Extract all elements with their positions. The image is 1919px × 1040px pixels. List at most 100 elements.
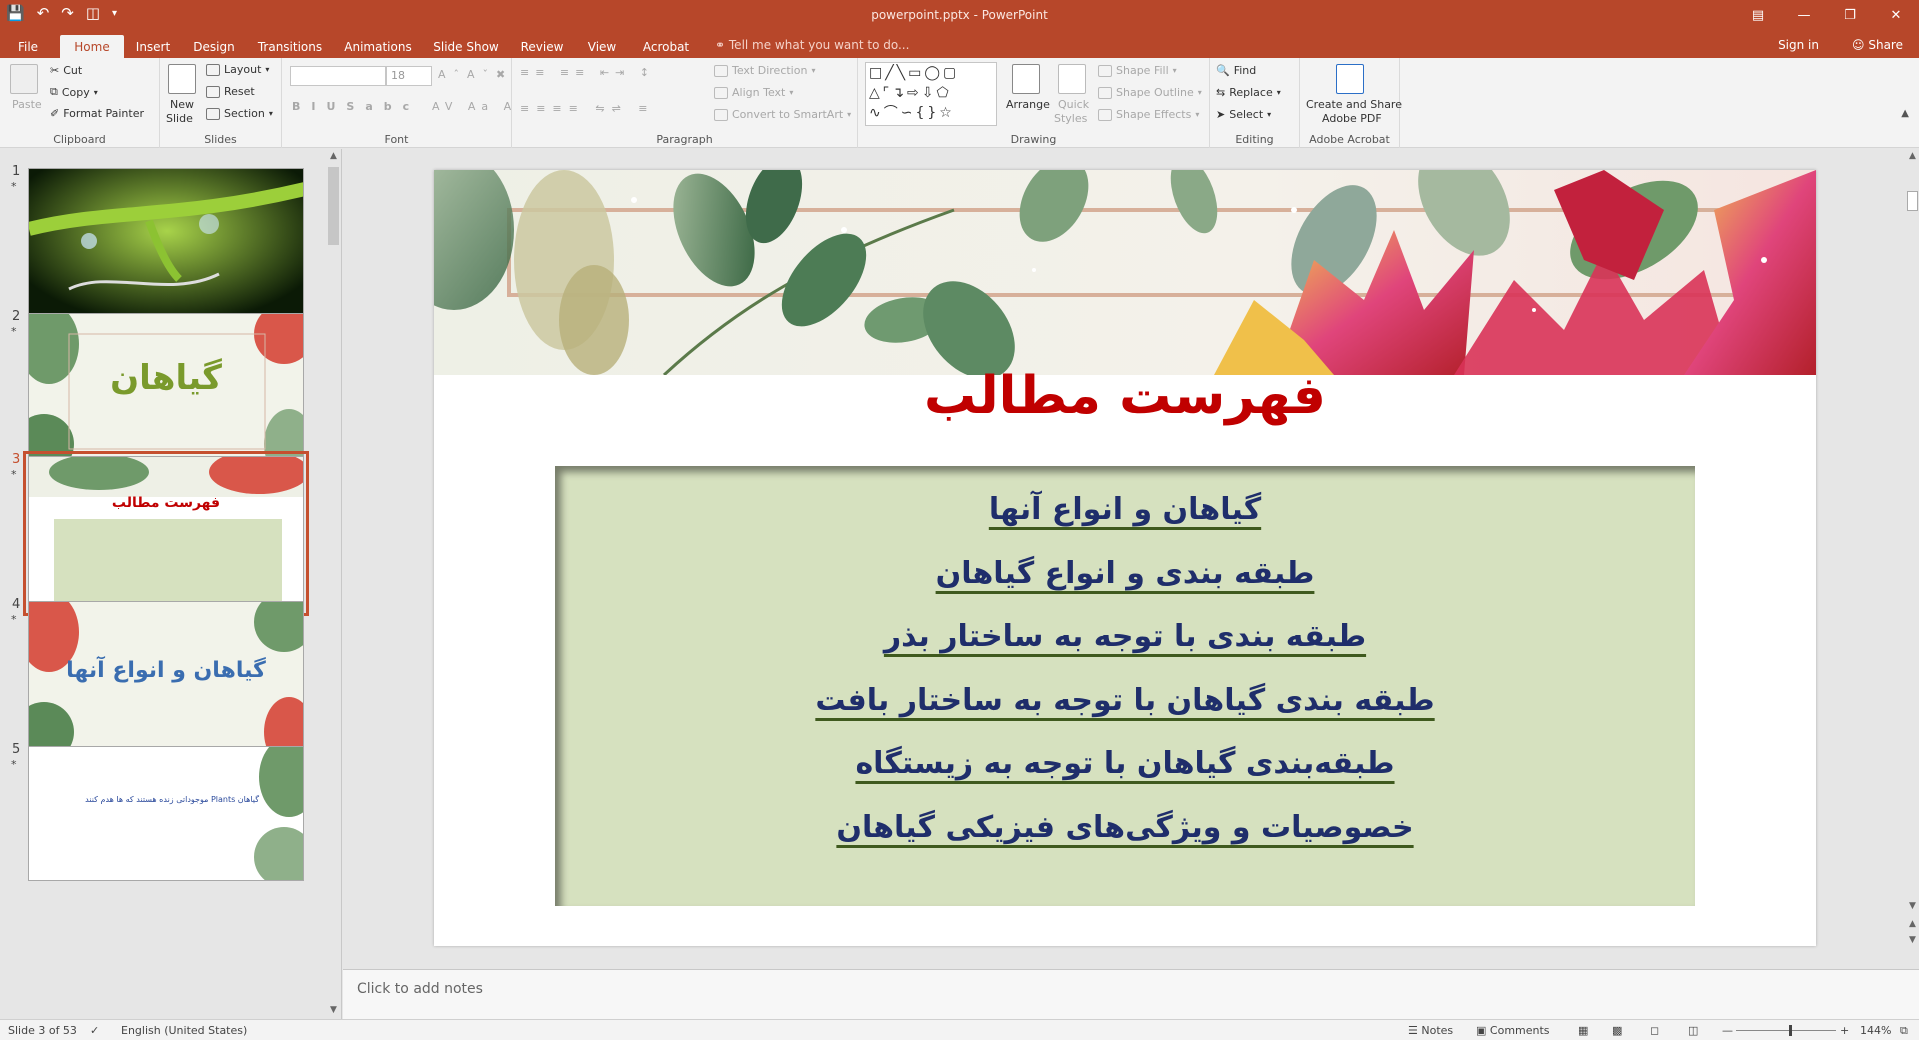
shape-fill-button[interactable]: Shape Fill ▾ (1098, 64, 1177, 77)
tab-view[interactable]: View (580, 35, 624, 58)
arrange-button[interactable]: Arrange (1006, 98, 1050, 111)
toc-item: طبقه بندی و انواع گیاهان (935, 555, 1315, 591)
reading-view-icon[interactable]: ◻ (1650, 1024, 1659, 1037)
spellcheck-icon[interactable]: ✓ (90, 1024, 99, 1037)
slide-counter[interactable]: Slide 3 of 53 (8, 1024, 77, 1037)
edit-scroll-down-icon[interactable]: ▼ (1905, 901, 1919, 911)
tab-animations[interactable]: Animations (340, 35, 416, 58)
group-clipboard: Paste ✂ Cut ⧉ Copy ▾ ✐ Format Painter Clipbo… (0, 58, 160, 148)
alignment-buttons[interactable]: ≡≡≡≡ ⇋⇌ ≡ (520, 102, 655, 115)
group-paragraph: ≡≡ ≡≡ ⇤⇥ ↕ ≡≡≡≡ ⇋⇌ ≡ Text Direction ▾ Ali… (512, 58, 858, 148)
section-button[interactable]: Section ▾ (206, 107, 273, 120)
comments-toggle[interactable]: ▣ Comments (1476, 1024, 1550, 1037)
tab-acrobat[interactable]: Acrobat (636, 35, 696, 58)
text-direction-button[interactable]: Text Direction ▾ (714, 64, 815, 77)
text-direction-label: Text Direction (732, 64, 808, 77)
reset-button[interactable]: Reset (206, 85, 255, 98)
zoom-in-icon[interactable]: + (1840, 1024, 1849, 1037)
align-text-button[interactable]: Align Text ▾ (714, 86, 793, 99)
tell-me-text: Tell me what you want to do... (728, 38, 910, 52)
quick-styles-icon[interactable] (1058, 64, 1086, 94)
scrollbar-thumb[interactable] (328, 167, 339, 245)
slide-title[interactable]: فهرست مطالب (434, 366, 1816, 426)
new-slide-button-line2[interactable]: Slide (166, 112, 193, 125)
scroll-down-icon[interactable]: ▼ (326, 1005, 341, 1015)
new-slide-button-line1[interactable]: New (170, 98, 194, 111)
close-button[interactable]: ✕ (1873, 0, 1919, 30)
replace-button[interactable]: ⇆ Replace ▾ (1216, 86, 1281, 99)
language-indicator[interactable]: English (United States) (121, 1024, 247, 1037)
zoom-slider[interactable] (1736, 1030, 1836, 1031)
slide-thumbnail-4[interactable]: گیاهان و انواع آنها (28, 601, 304, 756)
create-pdf-line1[interactable]: Create and Share (1306, 98, 1402, 111)
edit-scrollbar-thumb[interactable] (1907, 191, 1918, 211)
quick-styles-line2[interactable]: Styles (1054, 112, 1087, 125)
font-style-buttons[interactable]: BIUSabc (292, 100, 420, 113)
quick-styles-line1[interactable]: Quick (1058, 98, 1089, 111)
current-slide[interactable]: فهرست مطالب گیاهان و انواع آنها طبقه بند… (434, 170, 1816, 946)
tell-me-box[interactable]: ⚭ Tell me what you want to do... (715, 38, 909, 52)
create-pdf-line2[interactable]: Adobe PDF (1322, 112, 1382, 125)
tab-home[interactable]: Home (60, 35, 124, 58)
new-slide-icon[interactable] (168, 64, 196, 94)
lightbulb-icon: ⚭ (715, 38, 726, 52)
zoom-level[interactable]: 144% (1860, 1024, 1891, 1037)
paste-icon[interactable] (10, 64, 38, 94)
arrange-icon[interactable] (1012, 64, 1040, 94)
shapes-gallery[interactable]: □╱╲▭◯▢ △⌜↴⇨⇩⬠ ∿⌒∽{}☆ (865, 62, 997, 126)
fit-slide-icon[interactable]: ⧉ (1900, 1024, 1908, 1038)
pdf-icon[interactable] (1336, 64, 1364, 94)
format-painter-button[interactable]: ✐ Format Painter (50, 107, 144, 120)
window-controls: ▤ — ❐ ✕ (1735, 0, 1919, 30)
slide-thumbnail-5[interactable]: گیاهان Plants موجوداتی زنده هستند که ها … (28, 746, 304, 881)
copy-button[interactable]: ⧉ Copy ▾ (50, 85, 98, 99)
slide-thumbnail-1[interactable] (28, 168, 304, 323)
char-spacing-buttons[interactable]: AV Aa A (432, 100, 517, 113)
edit-scroll-up-icon[interactable]: ▲ (1905, 151, 1919, 161)
thumbnails-scrollbar[interactable]: ▲ ▼ (326, 149, 341, 1019)
sign-in-link[interactable]: Sign in (1778, 38, 1819, 52)
toc-content-box[interactable]: گیاهان و انواع آنها طبقه بندی و انواع گی… (555, 466, 1695, 906)
drawing-group-label: Drawing (1010, 133, 1057, 146)
shape-outline-button[interactable]: Shape Outline ▾ (1098, 86, 1202, 99)
next-slide-icon[interactable]: ▼ (1905, 935, 1919, 945)
thumbnail-star: * (11, 325, 17, 338)
notes-pane[interactable]: Click to add notes (343, 969, 1919, 1019)
edit-area-scrollbar[interactable]: ▲ ▼ ▲ ▼ (1905, 149, 1919, 969)
slide-sorter-icon[interactable]: ▩ (1612, 1024, 1622, 1037)
slide-thumbnail-2[interactable]: گیاهان (28, 313, 304, 468)
share-button[interactable]: ☺ Share (1852, 38, 1903, 52)
font-size-box[interactable]: 18 (386, 66, 432, 86)
scroll-up-icon[interactable]: ▲ (326, 151, 341, 161)
select-button[interactable]: ➤ Select ▾ (1216, 108, 1271, 121)
zoom-slider-handle[interactable] (1789, 1025, 1792, 1036)
tab-insert[interactable]: Insert (130, 35, 176, 58)
tab-file[interactable]: File (8, 35, 48, 58)
zoom-out-icon[interactable]: — (1722, 1024, 1733, 1037)
layout-button[interactable]: Layout ▾ (206, 63, 269, 76)
cursor-icon: ➤ (1216, 108, 1226, 121)
tab-transitions[interactable]: Transitions (252, 35, 328, 58)
notes-toggle[interactable]: ☰ Notes (1408, 1024, 1453, 1037)
shape-effects-button[interactable]: Shape Effects ▾ (1098, 108, 1199, 121)
font-size-buttons[interactable]: AˆAˇ✖ (438, 68, 513, 81)
font-name-box[interactable] (290, 66, 386, 86)
tab-slide-show[interactable]: Slide Show (428, 35, 504, 58)
list-indent-buttons[interactable]: ≡≡ ≡≡ ⇤⇥ ↕ (520, 66, 655, 79)
slide-thumbnail-3[interactable]: فهرست مطالب (23, 451, 309, 616)
restore-button[interactable]: ❐ (1827, 0, 1873, 30)
convert-smartart-button[interactable]: Convert to SmartArt ▾ (714, 108, 851, 121)
collapse-ribbon-icon[interactable]: ▲ (1901, 108, 1909, 119)
group-acrobat: Create and Share Adobe PDF Adobe Acrobat (1300, 58, 1402, 148)
thumbnail-1-art (29, 169, 303, 322)
minimize-button[interactable]: — (1781, 0, 1827, 30)
tab-review[interactable]: Review (516, 35, 568, 58)
ribbon-display-options-icon[interactable]: ▤ (1735, 0, 1781, 30)
cut-button[interactable]: ✂ Cut (50, 64, 82, 77)
tab-design[interactable]: Design (188, 35, 240, 58)
paste-button[interactable]: Paste (12, 98, 42, 111)
slideshow-view-icon[interactable]: ◫ (1688, 1024, 1698, 1037)
normal-view-icon[interactable]: ▦ (1578, 1024, 1588, 1037)
previous-slide-icon[interactable]: ▲ (1905, 919, 1919, 929)
find-button[interactable]: 🔍 Find (1216, 64, 1256, 77)
